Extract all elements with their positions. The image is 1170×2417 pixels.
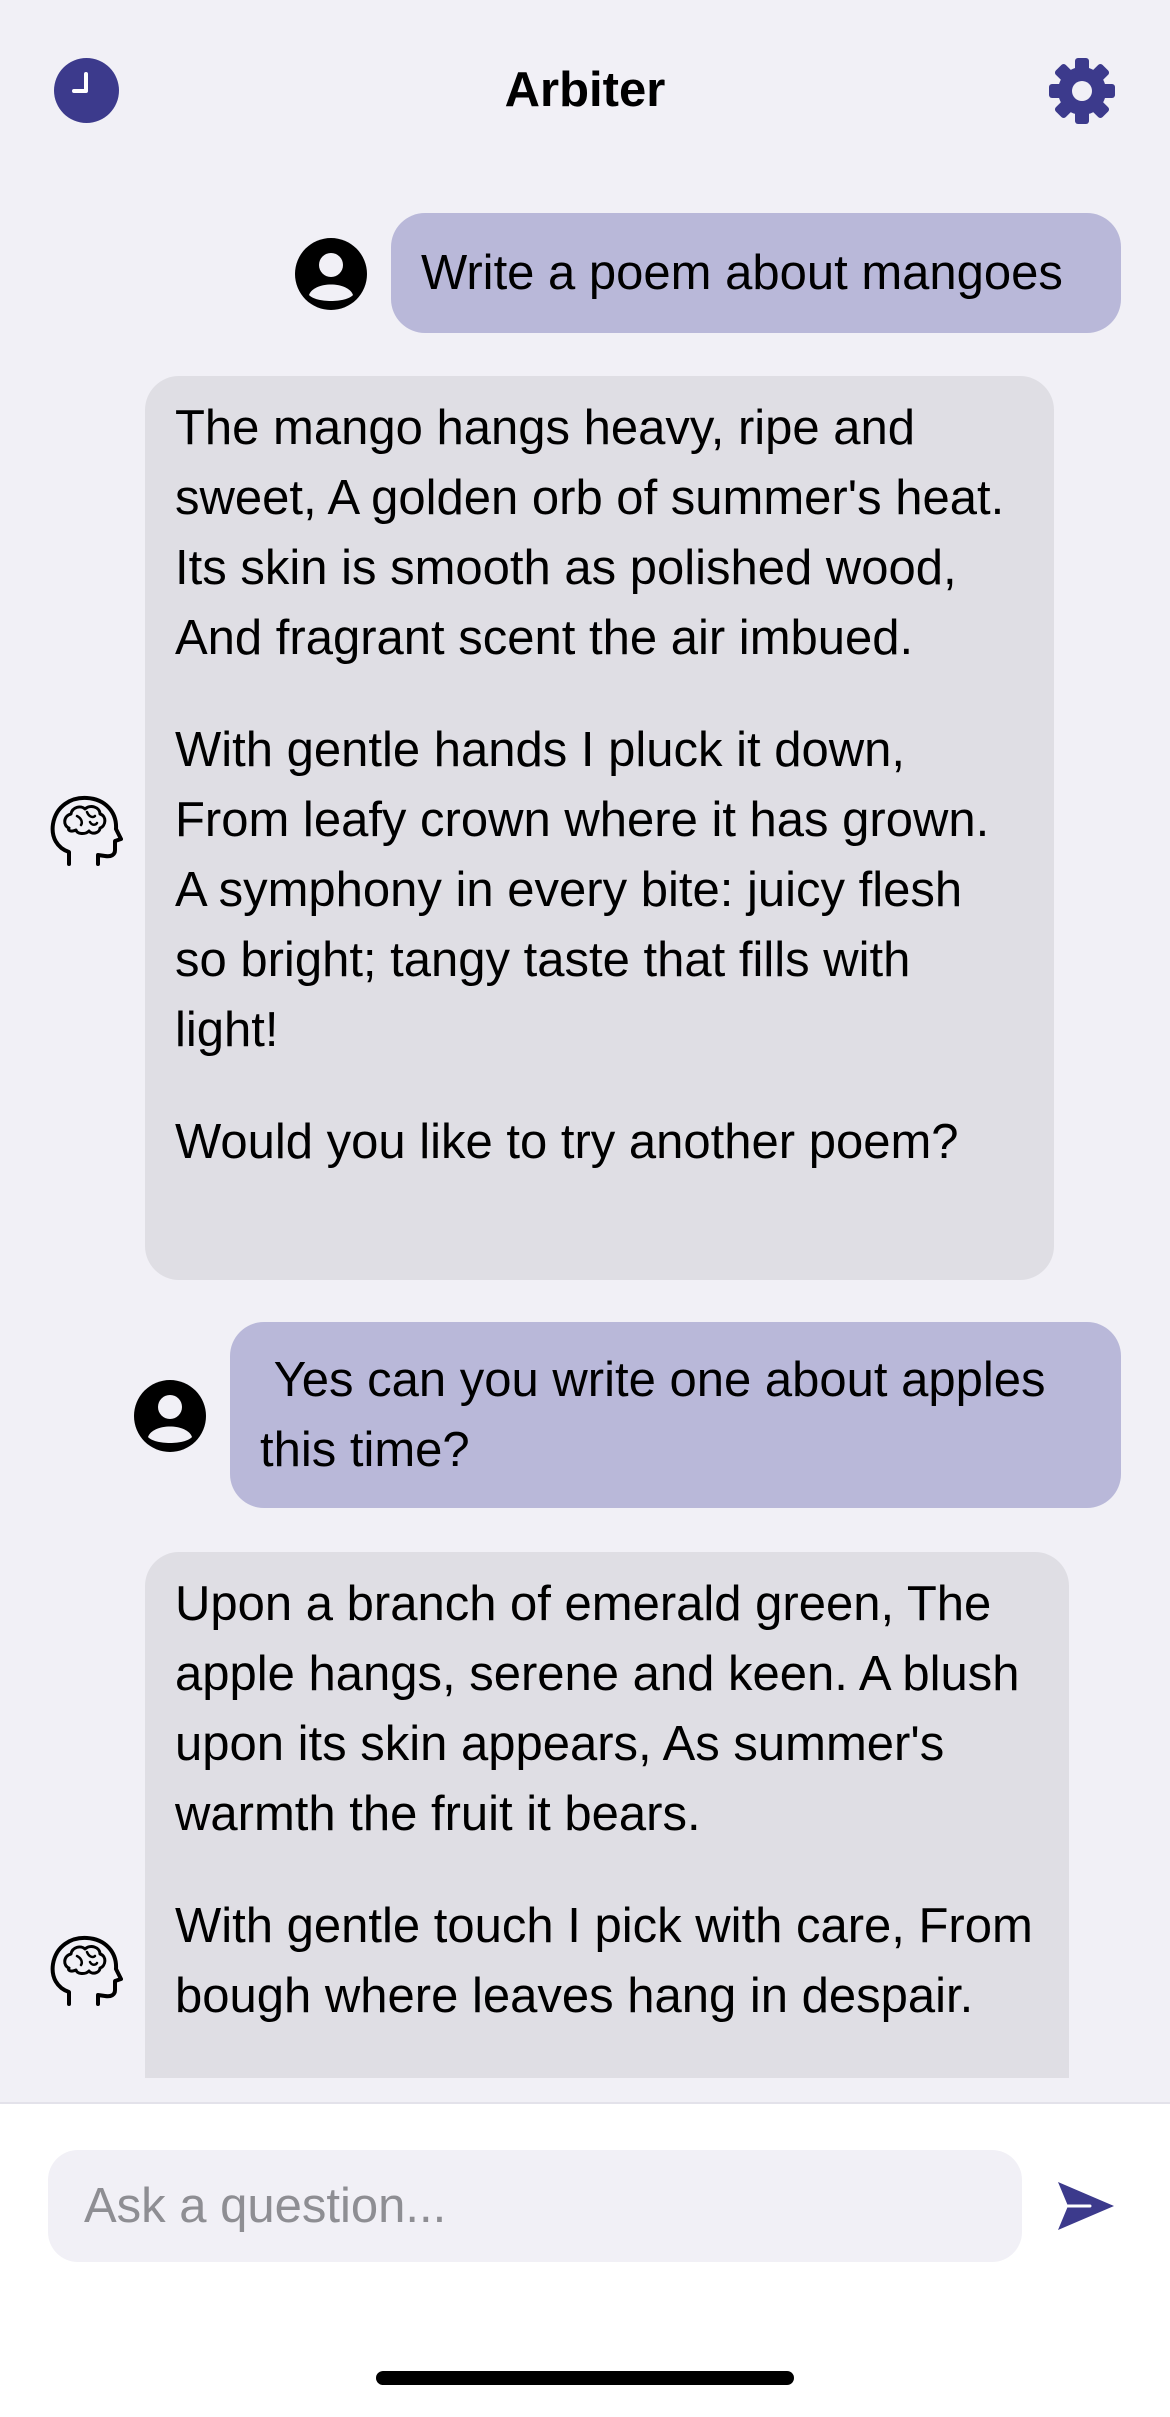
brain-head-icon <box>50 795 123 866</box>
message-paragraph: Would you like to try another poem? <box>175 1115 959 1169</box>
gear-icon <box>1049 58 1115 124</box>
user-avatar-icon <box>134 1380 206 1452</box>
app-title: Arbiter <box>504 63 666 117</box>
message-text: Yes can you write one about apples this … <box>260 1353 1060 1477</box>
send-button[interactable] <box>1054 2174 1118 2238</box>
app-header: Arbiter <box>0 0 1170 180</box>
brain-head-icon <box>50 1935 123 2006</box>
send-icon <box>1058 2182 1114 2230</box>
message-paragraph: With gentle hands I pluck it down, From … <box>175 723 990 1057</box>
message-paragraph: With gentle touch I pick with care, From… <box>175 1899 1033 2023</box>
composer-bar <box>0 2102 1170 2417</box>
user-message: Yes can you write one about apples this … <box>230 1322 1121 1508</box>
assistant-message: Upon a branch of emerald green, The appl… <box>145 1552 1069 2078</box>
settings-button[interactable] <box>1047 56 1117 126</box>
question-input[interactable] <box>48 2150 1022 2262</box>
message-text: Write a poem about mangoes <box>421 246 1063 300</box>
home-indicator[interactable] <box>376 2371 794 2385</box>
user-message: Write a poem about mangoes <box>391 213 1121 333</box>
assistant-message: The mango hangs heavy, ripe and sweet, A… <box>145 376 1054 1280</box>
user-avatar-icon <box>295 238 367 310</box>
message-paragraph: The mango hangs heavy, ripe and sweet, A… <box>175 401 1005 665</box>
message-paragraph: Upon a branch of emerald green, The appl… <box>175 1577 1020 1841</box>
chat-thread[interactable]: Write a poem about mangoes The mango han… <box>0 180 1170 2078</box>
